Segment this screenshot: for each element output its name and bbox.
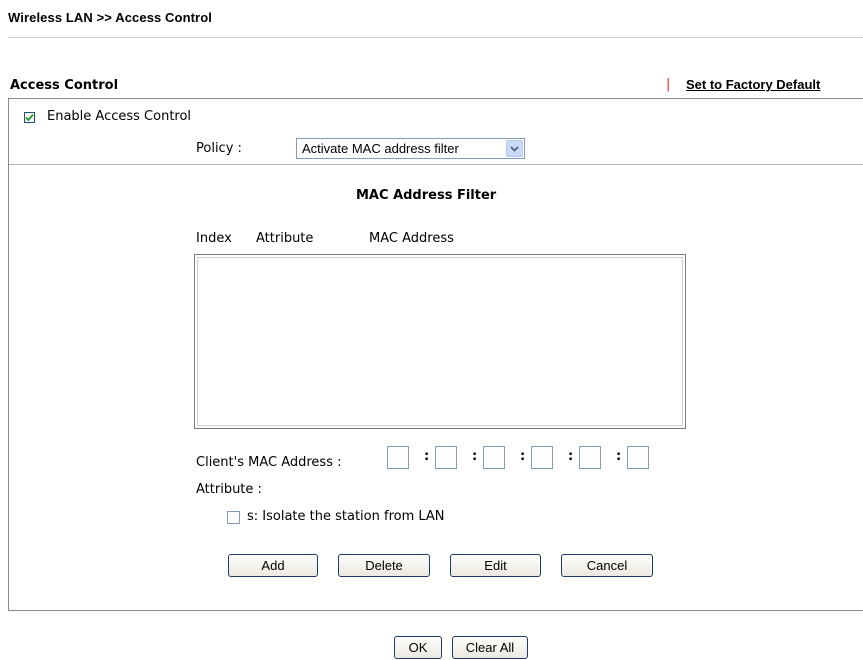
set-factory-default-link[interactable]: Set to Factory Default [686, 77, 820, 92]
attribute-label: Attribute : [196, 482, 262, 497]
header-divider [8, 37, 863, 38]
isolate-station-checkbox[interactable] [227, 511, 240, 524]
ok-button[interactable]: OK [394, 636, 442, 659]
column-attribute: Attribute [256, 231, 314, 246]
isolate-station-label: s: Isolate the station from LAN [247, 509, 445, 524]
policy-label: Policy : [196, 141, 242, 156]
client-mac-label: Client's MAC Address : [196, 455, 342, 470]
chevron-down-icon[interactable] [506, 140, 523, 157]
mac-colon-3: : [520, 449, 526, 464]
mac-octet-1-input[interactable] [387, 446, 409, 469]
cancel-button[interactable]: Cancel [561, 554, 653, 577]
page-breadcrumb: Wireless LAN >> Access Control [8, 10, 212, 25]
enable-access-control-checkbox[interactable] [24, 112, 35, 123]
mac-octet-5-input[interactable] [579, 446, 601, 469]
mac-address-list[interactable] [194, 254, 686, 429]
mac-colon-2: : [472, 449, 478, 464]
enable-access-control-label: Enable Access Control [47, 109, 192, 124]
mac-octet-4-input[interactable] [531, 446, 553, 469]
mac-octet-6-input[interactable] [627, 446, 649, 469]
mac-colon-5: : [616, 449, 622, 464]
mac-colon-4: : [568, 449, 574, 464]
link-separator: | [666, 77, 671, 92]
add-button[interactable]: Add [228, 554, 318, 577]
clear-all-button[interactable]: Clear All [452, 636, 528, 659]
policy-select[interactable]: Activate MAC address filter [296, 138, 525, 159]
section-title: Access Control [10, 78, 119, 93]
column-mac-address: MAC Address [369, 231, 454, 246]
panel-divider [9, 164, 863, 165]
mac-colon-1: : [424, 449, 430, 464]
policy-selected-value: Activate MAC address filter [302, 141, 459, 156]
mac-address-list-body [197, 257, 683, 426]
column-index: Index [196, 231, 232, 246]
mac-octet-3-input[interactable] [483, 446, 505, 469]
mac-filter-title: MAC Address Filter [356, 188, 497, 203]
delete-button[interactable]: Delete [338, 554, 430, 577]
mac-octet-2-input[interactable] [435, 446, 457, 469]
checkmark-icon [25, 113, 34, 122]
edit-button[interactable]: Edit [450, 554, 541, 577]
